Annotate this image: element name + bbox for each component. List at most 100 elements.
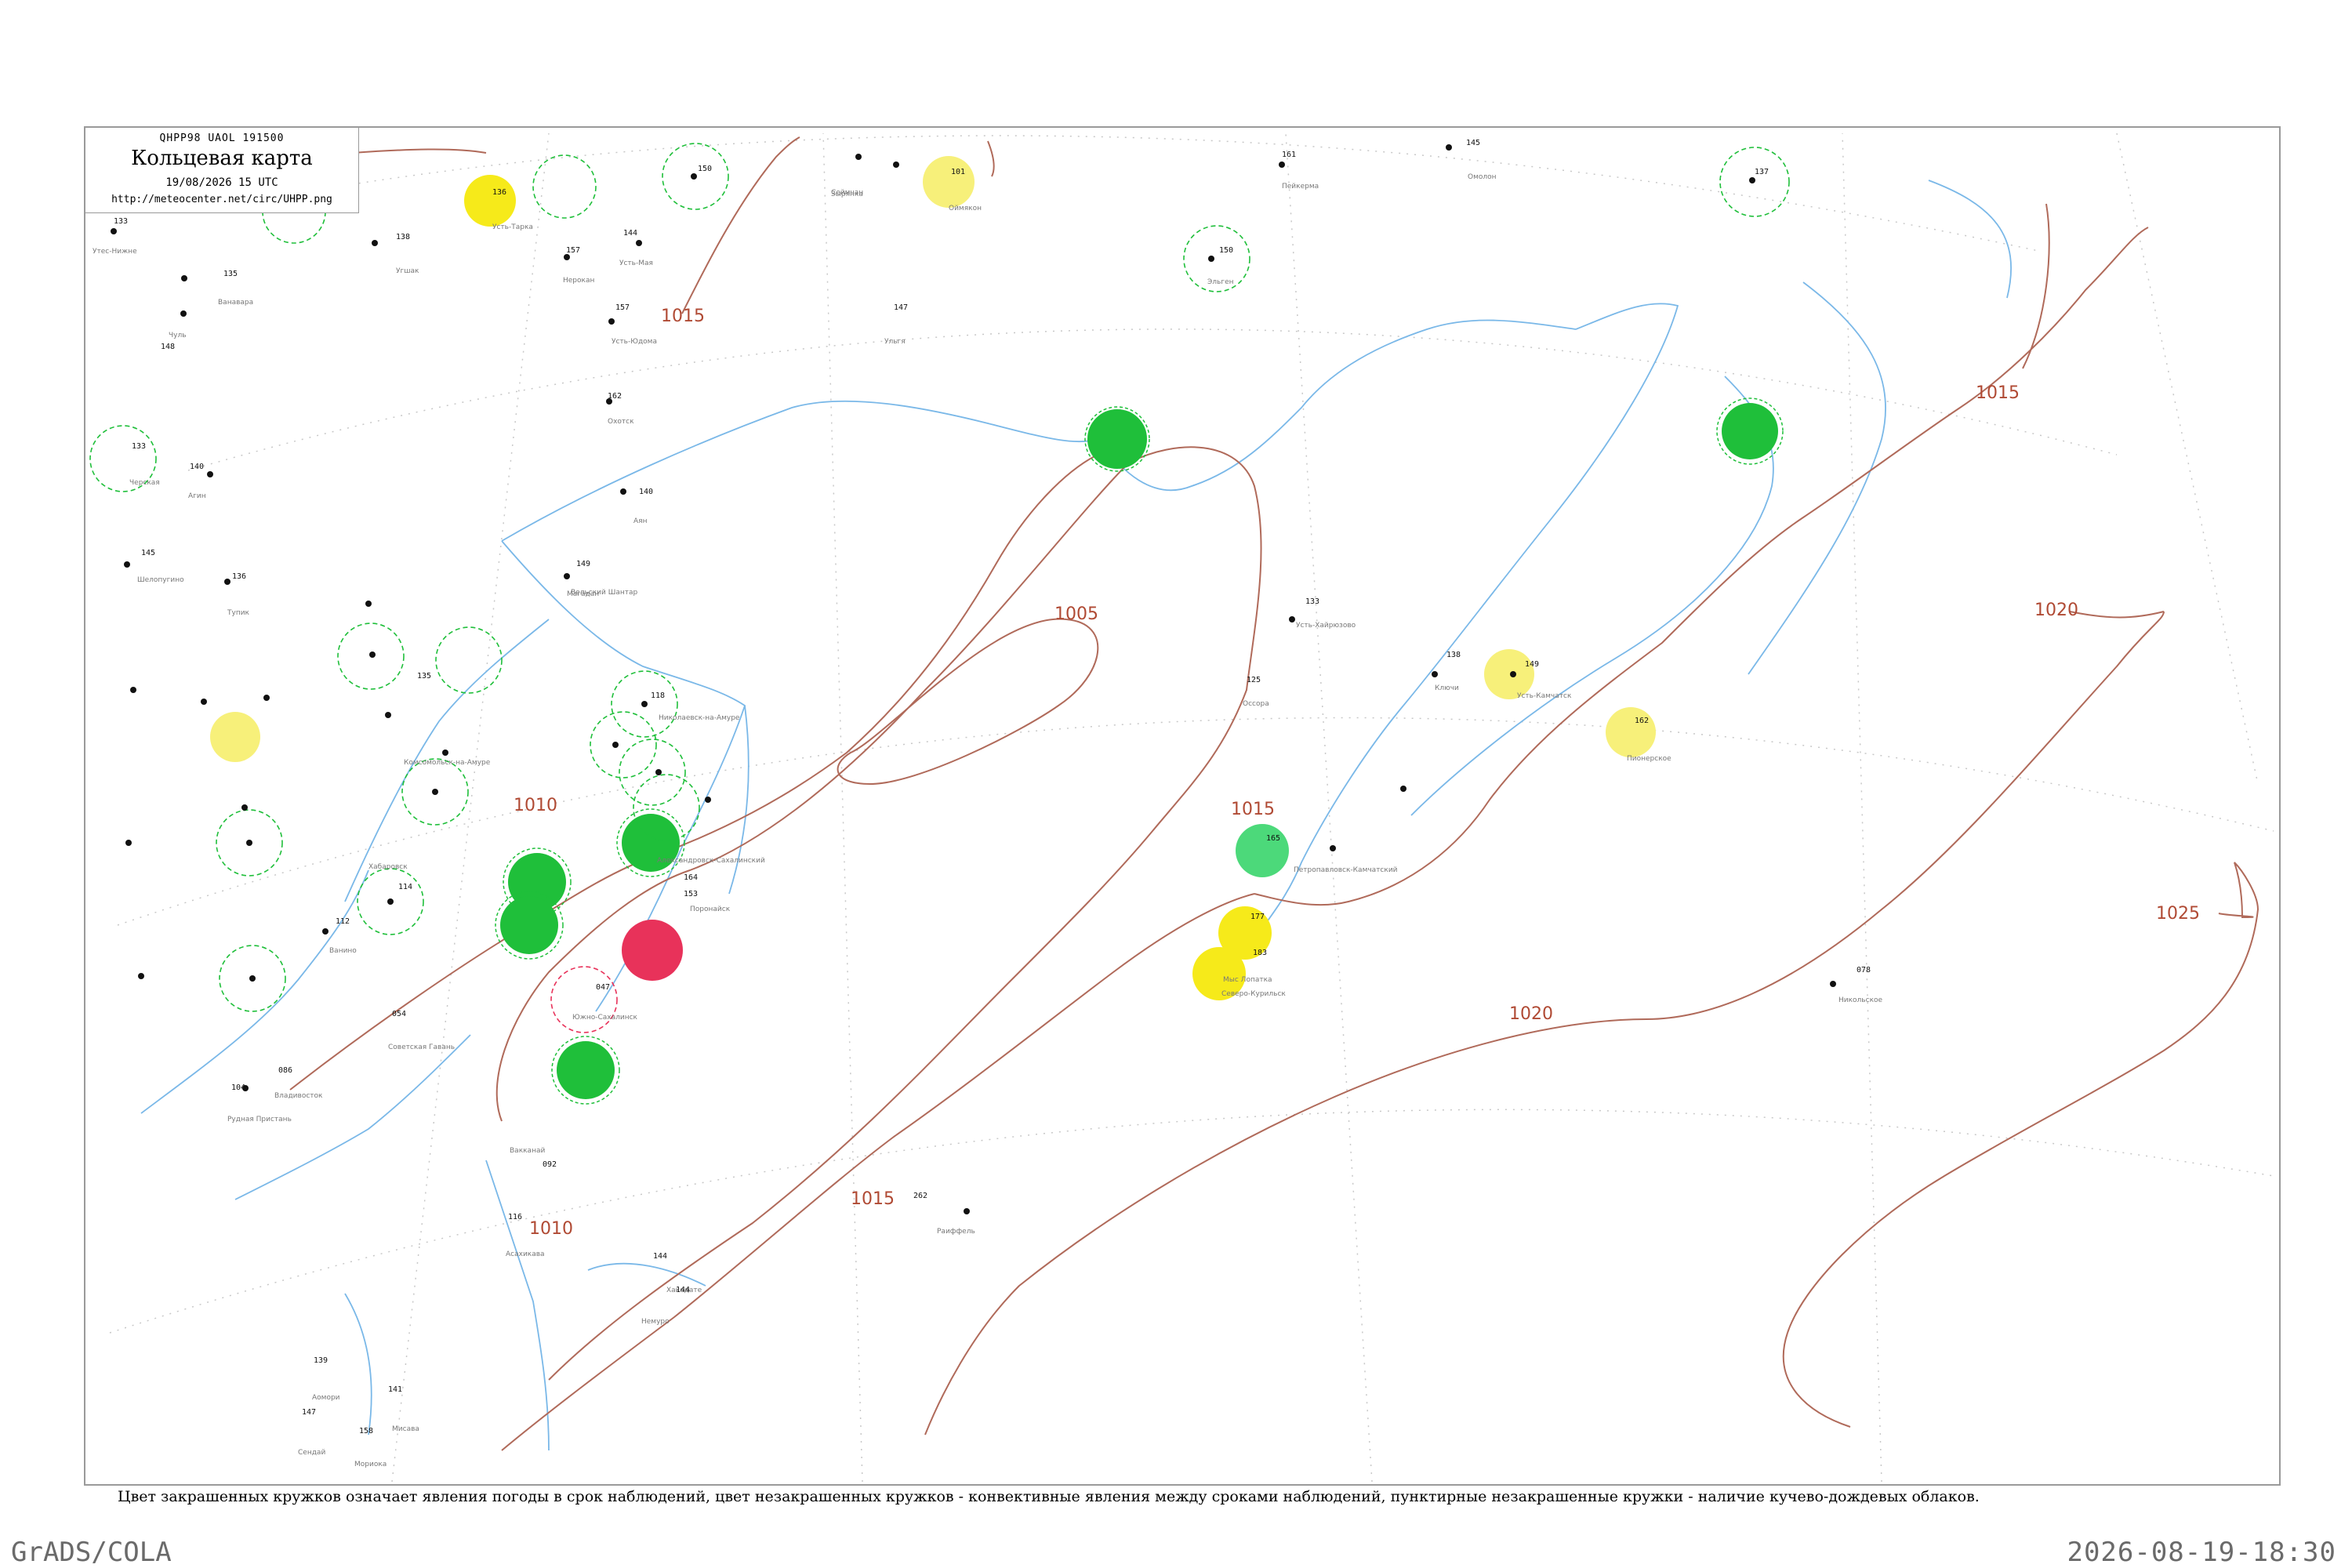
station-name: Угшак	[396, 267, 419, 275]
haze-circle	[923, 156, 975, 208]
svg-text:136: 136	[492, 188, 506, 197]
svg-text:157: 157	[615, 303, 630, 312]
map-url: http://meteocenter.net/circ/UHPP.png	[111, 194, 332, 205]
station-name: Усть-Хайрюзово	[1296, 622, 1356, 630]
station-name: Ключи	[1435, 684, 1459, 692]
station-name: Сендай	[298, 1449, 325, 1457]
station-name: Раиффель	[937, 1228, 975, 1236]
svg-text:101: 101	[951, 168, 965, 176]
svg-text:165: 165	[1266, 834, 1280, 843]
station-name: Шелопугино	[137, 576, 184, 584]
coastlines-and-rivers	[140, 180, 2012, 1451]
station-name: Аомори	[312, 1394, 340, 1402]
legend-caption: Цвет закрашенных кружков означает явлени…	[118, 1488, 1980, 1505]
station-name: Советская Гавань	[388, 1044, 455, 1051]
svg-text:047: 047	[596, 983, 610, 992]
isobar-labels: 1015 1015 1005 1010 1015 1020 1020 1015 …	[514, 307, 2200, 1239]
svg-text:145: 145	[1466, 139, 1480, 147]
svg-text:150: 150	[698, 165, 712, 173]
station-labels: Утес-Нижне Усть-Тарка Усть-Мая Зырянка О…	[93, 173, 1883, 1468]
rain-circle	[1722, 403, 1778, 459]
station-name: Мисава	[392, 1425, 419, 1433]
station-name: Вельский Шантар	[571, 589, 637, 597]
isobar-label: 1020	[1509, 1004, 1553, 1024]
station-name: Пейкерма	[1282, 183, 1319, 191]
station-name: Ванавара	[218, 299, 253, 307]
svg-text:086: 086	[278, 1066, 292, 1075]
station-name: Сеймчан	[831, 189, 863, 197]
svg-text:144: 144	[653, 1252, 667, 1261]
map-title: Кольцевая карта	[131, 147, 313, 170]
isobar-label: 1015	[1976, 383, 2020, 403]
svg-text:157: 157	[566, 246, 580, 255]
svg-text:139: 139	[314, 1356, 328, 1365]
station-markers	[111, 144, 1836, 1214]
lat-lon-grid	[109, 132, 2274, 1483]
station-name: Утес-Нижне	[93, 248, 137, 256]
svg-text:138: 138	[396, 233, 410, 241]
station-name: Черская	[129, 479, 160, 487]
svg-text:054: 054	[392, 1010, 406, 1018]
station-name: Оймякон	[949, 205, 982, 212]
svg-text:125: 125	[1247, 676, 1261, 684]
svg-text:144: 144	[623, 229, 637, 238]
synoptic-map: 1015 1015 1005 1010 1015 1020 1020 1015 …	[84, 126, 2281, 1486]
station-name: Петропавловск-Камчатский	[1294, 866, 1398, 874]
svg-text:161: 161	[1282, 151, 1296, 159]
isobar-label: 1020	[2034, 601, 2078, 620]
svg-text:150: 150	[1219, 246, 1233, 255]
station-name: Усть-Мая	[619, 260, 653, 267]
svg-text:145: 145	[141, 549, 155, 557]
svg-text:092: 092	[543, 1160, 557, 1169]
map-title-box: QHPP98 UAOL 191500 Кольцевая карта 19/08…	[85, 127, 359, 213]
station-name: Немуро	[641, 1318, 670, 1326]
station-name: Мыс Лопатка	[1223, 976, 1272, 984]
station-name: Александровск-Сахалинский	[657, 857, 765, 865]
haze-circle	[1606, 707, 1656, 757]
svg-text:114: 114	[398, 883, 412, 891]
isobar-label: 1025	[2156, 904, 2200, 924]
isobar-label: 1015	[1231, 800, 1275, 819]
svg-text:112: 112	[336, 917, 350, 926]
station-name: Нерокан	[563, 277, 594, 285]
shower-circle	[1236, 824, 1289, 877]
station-name: Ульгя	[884, 338, 906, 346]
svg-text:177: 177	[1250, 913, 1265, 921]
svg-text:149: 149	[1525, 660, 1539, 669]
station-name: Комсомольск-на-Амуре	[404, 759, 491, 767]
svg-text:133: 133	[1305, 597, 1319, 606]
svg-text:153: 153	[684, 890, 698, 898]
map-time: 19/08/2026 15 UTC	[165, 176, 278, 189]
rain-circle	[557, 1041, 615, 1099]
station-name: Вакканай	[510, 1147, 545, 1155]
station-name: Хабаровск	[368, 863, 408, 871]
svg-text:262: 262	[913, 1192, 927, 1200]
svg-text:135: 135	[417, 672, 431, 681]
station-name: Николаевск-на-Амуре	[659, 714, 740, 722]
station-values: 133 136 144 150 101 161 145 137 150 138 …	[114, 139, 1871, 1436]
svg-text:133: 133	[132, 442, 146, 451]
station-name: Охотск	[608, 418, 634, 426]
svg-text:158: 158	[359, 1427, 373, 1436]
thunder-dashed-circle	[550, 966, 618, 1033]
svg-text:136: 136	[232, 572, 246, 581]
svg-text:078: 078	[1857, 966, 1871, 975]
isobar-label: 1015	[851, 1189, 895, 1209]
convective-dashed-circles	[89, 143, 1790, 1012]
station-name: Северо-Курильск	[1221, 990, 1286, 998]
station-name: Пионерское	[1627, 755, 1671, 763]
map-frame	[84, 126, 2281, 1486]
haze-circle	[210, 712, 260, 762]
station-name: Усть-Тарка	[492, 223, 533, 231]
svg-text:144: 144	[676, 1286, 690, 1294]
station-name: Поронайск	[690, 906, 731, 913]
svg-text:135: 135	[223, 270, 238, 278]
isobar-label: 1010	[514, 796, 557, 815]
station-name: Омолон	[1468, 173, 1497, 181]
station-name: Рудная Пристань	[227, 1116, 292, 1123]
weather-circles	[210, 156, 1784, 1105]
svg-text:141: 141	[388, 1385, 402, 1394]
footer-software: GrADS/COLA	[11, 1537, 172, 1568]
station-name: Оссора	[1243, 700, 1269, 708]
svg-text:147: 147	[302, 1408, 316, 1417]
